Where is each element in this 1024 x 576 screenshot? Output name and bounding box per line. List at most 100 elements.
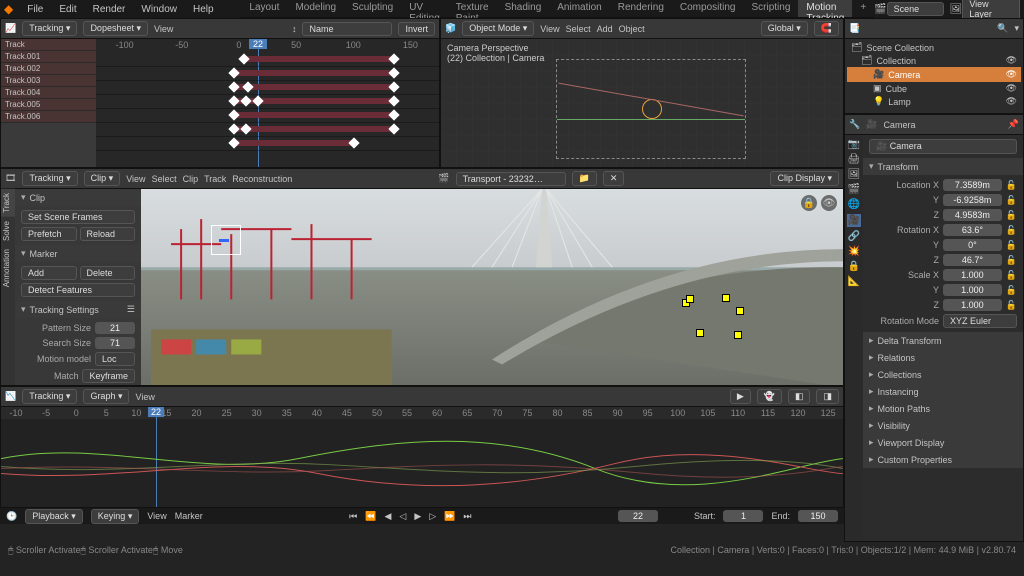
panel-transform[interactable]: Transform xyxy=(863,158,1023,175)
graph-mode[interactable]: Tracking ▾ xyxy=(22,389,77,404)
dope-track-row[interactable]: Track.003 xyxy=(1,75,96,87)
clip-track[interactable]: Track xyxy=(204,174,226,184)
tab-data-icon[interactable]: 📐 xyxy=(848,276,860,287)
lock-icon[interactable]: 🔓 xyxy=(1006,255,1017,266)
current-frame[interactable]: 22 xyxy=(618,510,658,522)
editor-type-icon[interactable]: 🔧 xyxy=(849,119,860,130)
clip-recon[interactable]: Reconstruction xyxy=(232,174,292,184)
clip-view[interactable]: View xyxy=(126,174,145,184)
marker-add[interactable]: Add xyxy=(21,266,77,280)
clip-mode[interactable]: Tracking ▾ xyxy=(22,171,77,186)
tracker-marker[interactable] xyxy=(696,329,704,337)
panel-relations[interactable]: Relations xyxy=(863,349,1023,366)
tab-uv[interactable]: UV Editing xyxy=(401,0,448,17)
set-scene-frames[interactable]: Set Scene Frames xyxy=(21,210,135,224)
pin-icon[interactable]: 📌 xyxy=(1008,119,1019,130)
orientation[interactable]: Global ▾ xyxy=(761,21,808,36)
rot-x[interactable]: 63.6° xyxy=(943,224,1002,236)
object-name-field[interactable]: 🎥 Camera xyxy=(869,139,1017,154)
tab-texpaint[interactable]: Texture Paint xyxy=(448,0,497,17)
tab-physics-icon[interactable]: 💥 xyxy=(848,246,860,257)
tab-viewlayer-icon[interactable]: 🖼 xyxy=(848,169,861,180)
clip-select[interactable]: Select xyxy=(152,174,177,184)
play-icon[interactable]: ▶ xyxy=(414,511,421,522)
playback-menu[interactable]: Playback ▾ xyxy=(25,509,83,524)
dope-track-row[interactable]: Track.005 xyxy=(1,99,96,111)
tab-world-icon[interactable]: 🌐 xyxy=(848,199,860,210)
keyframe-prev-icon[interactable]: ⏪ xyxy=(365,511,376,522)
v3d-select[interactable]: Select xyxy=(566,24,591,34)
panel-custom-properties[interactable]: Custom Properties xyxy=(863,451,1023,468)
frame-next-icon[interactable]: ▷ xyxy=(429,511,436,522)
outliner-camera[interactable]: 🎥Camera👁 xyxy=(847,67,1021,82)
editor-type-icon[interactable]: 📑 xyxy=(849,23,860,34)
eye-icon[interactable]: 👁 xyxy=(1006,69,1017,80)
panel-tracking[interactable]: Tracking Settings☰ xyxy=(15,301,141,318)
tracker-marker[interactable] xyxy=(736,307,744,315)
loc-z[interactable]: 4.9583m xyxy=(943,209,1002,221)
lock-icon[interactable]: 🔓 xyxy=(1006,285,1017,296)
panel-collections[interactable]: Collections xyxy=(863,366,1023,383)
pb-marker[interactable]: Marker xyxy=(175,511,203,521)
panel-instancing[interactable]: Instancing xyxy=(863,383,1023,400)
clip-clip[interactable]: Clip xyxy=(183,174,199,184)
editor-type-icon[interactable]: 🧊 xyxy=(445,23,456,34)
tracker-marker[interactable] xyxy=(686,295,694,303)
loc-y[interactable]: -6.9258m xyxy=(943,194,1002,206)
jump-end-icon[interactable]: ⏭ xyxy=(463,511,471,522)
clip-viewport[interactable]: 🔒 👁 xyxy=(141,189,843,385)
dope-track-row[interactable]: Track.001 xyxy=(1,51,96,63)
panel-clip[interactable]: Clip xyxy=(15,189,141,206)
clip-unlink[interactable]: ✕ xyxy=(603,171,625,186)
outliner-scene-collection[interactable]: 🗂Scene Collection xyxy=(847,41,1021,54)
tab-sculpting[interactable]: Sculpting xyxy=(344,0,401,17)
match[interactable]: Keyframe xyxy=(82,369,135,383)
v3d-add[interactable]: Add xyxy=(597,24,613,34)
camera-frame[interactable] xyxy=(556,59,746,159)
tab-object-icon[interactable]: 🎥 xyxy=(847,214,861,227)
graph-area[interactable]: 22 xyxy=(1,419,843,507)
dope-track-row[interactable]: Track xyxy=(1,39,96,51)
panel-delta-transform[interactable]: Delta Transform xyxy=(863,332,1023,349)
side-tab-annotation[interactable]: Annotation xyxy=(1,245,15,291)
panel-marker[interactable]: Marker xyxy=(15,245,141,262)
tab-modeling[interactable]: Modeling xyxy=(287,0,344,17)
detect-features[interactable]: Detect Features xyxy=(21,283,135,297)
clip-type[interactable]: Clip ▾ xyxy=(84,171,121,186)
tab-layout[interactable]: Layout xyxy=(241,0,287,17)
frame-prev-icon[interactable]: ◀ xyxy=(385,511,392,522)
tab-output-icon[interactable]: 🖨 xyxy=(848,154,861,165)
editor-type-icon[interactable]: 📉 xyxy=(5,391,16,402)
tab-compositing[interactable]: Compositing xyxy=(672,0,744,17)
dope-sort[interactable]: Name xyxy=(302,22,392,36)
lock-icon[interactable]: 🔓 xyxy=(1006,240,1017,251)
outliner-collection[interactable]: 🗂Collection👁 xyxy=(847,54,1021,67)
motion-model[interactable]: Loc xyxy=(95,352,135,366)
jump-start-icon[interactable]: ⏮ xyxy=(349,511,357,522)
dope-invert[interactable]: Invert xyxy=(398,22,435,36)
search-size[interactable]: 71 xyxy=(95,337,135,349)
menu-file[interactable]: File xyxy=(19,2,51,17)
eye-icon[interactable]: 👁 xyxy=(1006,55,1017,66)
panel-visibility[interactable]: Visibility xyxy=(863,417,1023,434)
panel-viewport-display[interactable]: Viewport Display xyxy=(863,434,1023,451)
tab-motion-tracking[interactable]: Motion Tracking xyxy=(798,0,852,17)
tab-animation[interactable]: Animation xyxy=(549,0,609,17)
outliner-funnel-icon[interactable]: ▾ xyxy=(1014,23,1019,34)
graph-view[interactable]: View xyxy=(135,392,154,402)
menu-render[interactable]: Render xyxy=(85,2,134,17)
dope-track-row[interactable]: Track.004 xyxy=(1,87,96,99)
pattern-size[interactable]: 21 xyxy=(95,322,135,334)
clip-file[interactable]: Transport - 23232… xyxy=(456,172,566,186)
prefetch[interactable]: Prefetch xyxy=(21,227,77,241)
pb-view[interactable]: View xyxy=(147,511,166,521)
graph-opt2[interactable]: ◨ xyxy=(816,389,839,404)
graph-type[interactable]: Graph ▾ xyxy=(83,389,129,404)
loc-x[interactable]: 7.3589m xyxy=(943,179,1002,191)
dope-track-row[interactable]: Track.006 xyxy=(1,111,96,123)
tracker-marker[interactable] xyxy=(722,294,730,302)
view3d-viewport[interactable]: Camera Perspective (22) Collection | Cam… xyxy=(441,39,843,167)
menu-edit[interactable]: Edit xyxy=(51,2,84,17)
outliner-lamp[interactable]: 💡Lamp👁 xyxy=(847,95,1021,108)
lock-icon[interactable]: 🔓 xyxy=(1006,300,1017,311)
